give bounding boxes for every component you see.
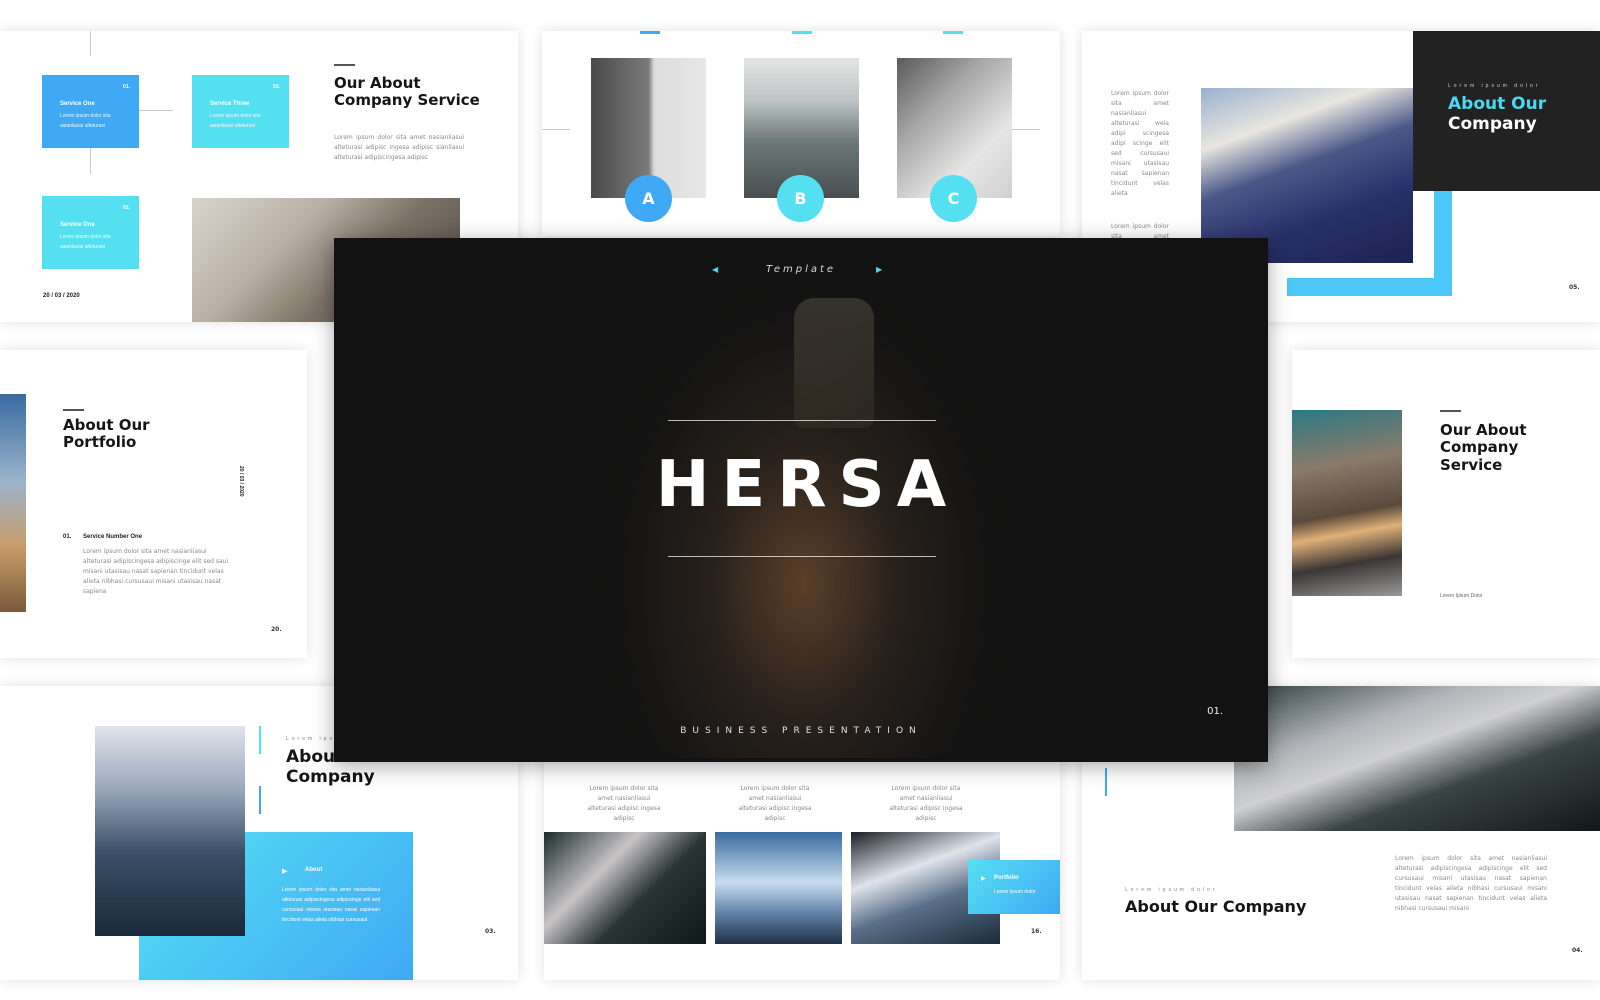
slide-thumbnail-abc[interactable]: A B C (542, 31, 1060, 236)
interior-photo (0, 394, 26, 612)
slide-body: Lorem ipsum dolor sita amet nasianliasui… (334, 134, 464, 161)
item-number: 01. (63, 534, 72, 540)
slide-date: 20 / 03 / 2020 (43, 293, 80, 299)
service-number: 02. (123, 205, 130, 211)
service-box: 02. Service One Lorem ipsum dolor sita a… (42, 196, 139, 269)
panel-text: Lorem ipsum dolor sita amet nasianliasui… (282, 887, 380, 923)
title-dash (334, 64, 355, 66)
accent-tick (792, 31, 812, 34)
hero-title: HERSA (655, 448, 959, 522)
divider-line (668, 420, 936, 421)
tag-title: Portfolio (994, 875, 1019, 881)
service-text: Lorem ipsum dolor sita asianliasui altet… (60, 234, 111, 250)
service-number: 01. (123, 84, 130, 90)
kicker: Lorem ipsum dolor (1125, 887, 1218, 893)
slide-body: Lorem ipsum dolor sita amet nasianliasui… (1395, 855, 1547, 912)
title-panel: Lorem ipsum dolor About Our Company (1413, 31, 1600, 191)
label-circle-b: B (777, 175, 824, 222)
slide-thumbnail-service-right[interactable]: Our About Company Service Lorem Ipsum Do… (1292, 350, 1600, 658)
label-circle-a: A (625, 175, 672, 222)
caret-right-icon: ▶ (876, 265, 883, 274)
page-number: 05. (1569, 284, 1580, 291)
slide-thumbnail-gallery[interactable]: Lorem ipsum dolor sita amet nasianliasui… (544, 738, 1060, 980)
slide-title: Our About Company Service (1440, 421, 1527, 474)
slide-title: About Our Company (1125, 897, 1307, 916)
arrow-line (542, 129, 570, 130)
portfolio-tag: ▶ Portfolio Lorem ipsum dolor (968, 860, 1060, 914)
gallery-photo (715, 832, 842, 944)
gallery-photo (544, 832, 706, 944)
slide-title: Our About Company Service (334, 74, 480, 110)
title-dash (63, 409, 84, 411)
gallery-caption: Lorem ipsum dolor sita amet nasianliasui… (738, 785, 812, 822)
panel-title: About (305, 867, 323, 873)
connector-line (90, 146, 91, 174)
kicker: Lorem ipsum dolor (1448, 83, 1541, 89)
connector-line (139, 110, 173, 111)
item-title: Service Number One (83, 534, 143, 540)
accent-tick (943, 31, 963, 34)
accent-tick (640, 31, 660, 34)
divider-line (668, 556, 936, 557)
service-number: 03. (273, 84, 280, 90)
page-number: 16. (1031, 928, 1042, 935)
service-text: Lorem ipsum dolor sita asianliasui altet… (210, 113, 261, 129)
hero-footer: BUSINESS PRESENTATION (680, 726, 922, 736)
bulb-shape (794, 298, 874, 428)
accent-bar (1105, 768, 1107, 796)
label-circle-c: C (930, 175, 977, 222)
connector-line (90, 31, 91, 56)
service-text: Lorem ipsum dolor sita asianliasui altet… (60, 113, 111, 129)
page-number: 03. (485, 928, 496, 935)
gallery-caption: Lorem ipsum dolor sita amet nasianliasui… (587, 785, 661, 822)
slide-thumbnail-portfolio[interactable]: About Our Portfolio 20 / 03 / 2020 01. S… (0, 350, 307, 658)
page-number: 04. (1572, 947, 1583, 954)
slide-date: 20 / 03 / 2020 (238, 466, 244, 497)
tag-text: Lorem ipsum dolor (994, 889, 1036, 895)
page-number: 01. (1207, 706, 1223, 717)
caption: Lorem Ipsum Dolor (1440, 593, 1483, 599)
hero-subtitle: Template (765, 264, 837, 275)
tower-photo (95, 726, 245, 936)
arrow-line (1012, 129, 1040, 130)
page-number: 20. (271, 626, 282, 633)
play-icon: ▶ (282, 868, 288, 875)
skyline-photo (1234, 686, 1600, 831)
slide-body: Lorem ipsum dolor sita amet nasianliasui… (1111, 90, 1169, 197)
service-title: Service Three (210, 101, 250, 107)
service-title: Service One (60, 222, 95, 228)
service-box: 03. Service Three Lorem ipsum dolor sita… (192, 75, 289, 148)
hero-cover-slide[interactable]: ◀ Template ▶ HERSA BUSINESS PRESENTATION… (334, 238, 1268, 762)
gallery-caption: Lorem ipsum dolor sita amet nasianliasui… (889, 785, 963, 822)
item-text: Lorem ipsum dolor sita amet nasianliasui… (83, 548, 229, 595)
title-dash (1440, 410, 1461, 412)
accent-bar (259, 786, 261, 814)
slide-title: About Our Portfolio (63, 416, 150, 452)
skyscraper-photo (1201, 88, 1413, 263)
play-icon: ▶ (981, 876, 986, 882)
accent-bar (259, 726, 261, 754)
panel-title: About Our Company (1448, 94, 1547, 134)
service-box: 01. Service One Lorem ipsum dolor sita a… (42, 75, 139, 148)
street-photo (1292, 410, 1402, 596)
service-title: Service One (60, 101, 95, 107)
